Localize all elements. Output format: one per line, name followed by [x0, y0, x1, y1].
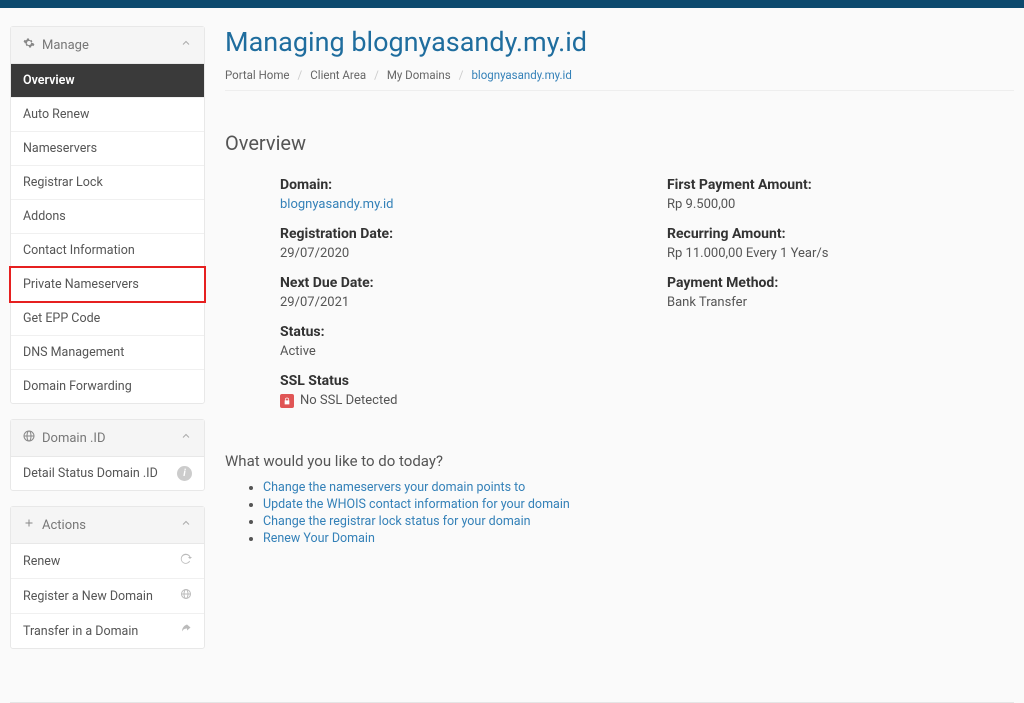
ssl-value: No SSL Detected [300, 393, 397, 408]
info-icon: i [177, 466, 192, 481]
todo-change-nameservers[interactable]: Change the nameservers your domain point… [263, 480, 525, 495]
todo-renew-domain[interactable]: Renew Your Domain [263, 531, 375, 546]
sidebar-item-private-nameservers[interactable]: Private Nameservers [11, 268, 204, 302]
sidebar-item-register-domain[interactable]: Register a New Domain [11, 579, 204, 614]
globe-icon [23, 430, 35, 446]
first-payment-value: Rp 9.500,00 [667, 197, 1014, 212]
todo-heading: What would you like to do today? [225, 452, 1014, 470]
details-row: Domain: blognyasandy.my.id Registration … [225, 177, 1014, 422]
menu-label: Registrar Lock [23, 175, 103, 190]
sidebar-item-nameservers[interactable]: Nameservers [11, 132, 204, 166]
status-value: Active [280, 344, 627, 359]
payment-method-value: Bank Transfer [667, 295, 1014, 310]
recurring-label: Recurring Amount: [667, 226, 1014, 242]
domain-link[interactable]: blognyasandy.my.id [280, 197, 393, 212]
payment-method-label: Payment Method: [667, 275, 1014, 291]
status-label: Status: [280, 324, 627, 340]
sidebar-item-renew[interactable]: Renew [11, 544, 204, 579]
sidebar-item-overview[interactable]: Overview [11, 64, 204, 98]
breadcrumb-client-area[interactable]: Client Area [310, 68, 366, 82]
refresh-icon [180, 553, 192, 569]
chevron-up-icon [180, 37, 192, 53]
chevron-up-icon [180, 430, 192, 446]
menu-label: Renew [23, 554, 60, 569]
reg-date-value: 29/07/2020 [280, 246, 627, 261]
panel-domain-id: Domain .ID Detail Status Domain .ID i [10, 419, 205, 491]
sidebar-item-auto-renew[interactable]: Auto Renew [11, 98, 204, 132]
menu-label: Overview [23, 73, 75, 88]
panel-manage-header[interactable]: Manage [11, 27, 204, 64]
reg-date-label: Registration Date: [280, 226, 627, 242]
page-title: Managing blognyasandy.my.id [225, 26, 1014, 58]
menu-label: Auto Renew [23, 107, 89, 122]
panel-domain-id-header[interactable]: Domain .ID [11, 420, 204, 457]
details-left: Domain: blognyasandy.my.id Registration … [280, 177, 627, 422]
breadcrumb-portal-home[interactable]: Portal Home [225, 68, 290, 82]
sidebar-item-domain-forwarding[interactable]: Domain Forwarding [11, 370, 204, 403]
domain-label: Domain: [280, 177, 627, 193]
sidebar-item-dns-management[interactable]: DNS Management [11, 336, 204, 370]
sidebar-item-transfer-domain[interactable]: Transfer in a Domain [11, 614, 204, 648]
menu-label: Register a New Domain [23, 589, 153, 604]
due-date-label: Next Due Date: [280, 275, 627, 291]
panel-actions: Actions Renew Register a New Domain Tr [10, 506, 205, 649]
menu-label: Domain Forwarding [23, 379, 132, 394]
menu-label: Private Nameservers [23, 277, 139, 292]
panel-manage: Manage Overview Auto Renew Nameservers R… [10, 26, 205, 404]
panel-actions-title: Actions [42, 518, 86, 533]
first-payment-label: First Payment Amount: [667, 177, 1014, 193]
due-date-value: 29/07/2021 [280, 295, 627, 310]
sidebar-item-addons[interactable]: Addons [11, 200, 204, 234]
menu-label: Get EPP Code [23, 311, 100, 326]
topbar [0, 0, 1024, 8]
menu-label: Nameservers [23, 141, 97, 156]
gear-icon [23, 37, 35, 53]
breadcrumb-current: blognyasandy.my.id [471, 68, 571, 82]
todo-change-registrar-lock[interactable]: Change the registrar lock status for you… [263, 514, 531, 529]
sidebar-item-get-epp-code[interactable]: Get EPP Code [11, 302, 204, 336]
breadcrumb-my-domains[interactable]: My Domains [387, 68, 451, 82]
menu-label: Contact Information [23, 243, 135, 258]
breadcrumb-sep: / [298, 68, 303, 82]
sidebar-item-registrar-lock[interactable]: Registrar Lock [11, 166, 204, 200]
ssl-label: SSL Status [280, 373, 627, 389]
menu-label: Detail Status Domain .ID [23, 466, 158, 481]
chevron-up-icon [180, 517, 192, 533]
menu-label: Transfer in a Domain [23, 624, 138, 639]
breadcrumb: Portal Home / Client Area / My Domains /… [225, 68, 1014, 91]
main-content: Managing blognyasandy.my.id Portal Home … [225, 26, 1014, 664]
sidebar-item-detail-status-domain-id[interactable]: Detail Status Domain .ID i [11, 457, 204, 490]
panel-actions-header[interactable]: Actions [11, 507, 204, 544]
overview-heading: Overview [225, 131, 1014, 155]
share-icon [180, 623, 192, 639]
sidebar-item-contact-information[interactable]: Contact Information [11, 234, 204, 268]
menu-label: Addons [23, 209, 66, 224]
panel-manage-title: Manage [42, 38, 89, 53]
sidebar: Manage Overview Auto Renew Nameservers R… [10, 26, 205, 664]
panel-domain-id-title: Domain .ID [42, 431, 105, 446]
plus-icon [23, 517, 35, 533]
todo-list: Change the nameservers your domain point… [225, 480, 1014, 546]
breadcrumb-sep: / [459, 68, 464, 82]
breadcrumb-sep: / [374, 68, 379, 82]
todo-update-whois[interactable]: Update the WHOIS contact information for… [263, 497, 570, 512]
recurring-value: Rp 11.000,00 Every 1 Year/s [667, 246, 1014, 261]
details-right: First Payment Amount: Rp 9.500,00 Recurr… [667, 177, 1014, 422]
lock-icon [280, 394, 294, 408]
menu-label: DNS Management [23, 345, 124, 360]
